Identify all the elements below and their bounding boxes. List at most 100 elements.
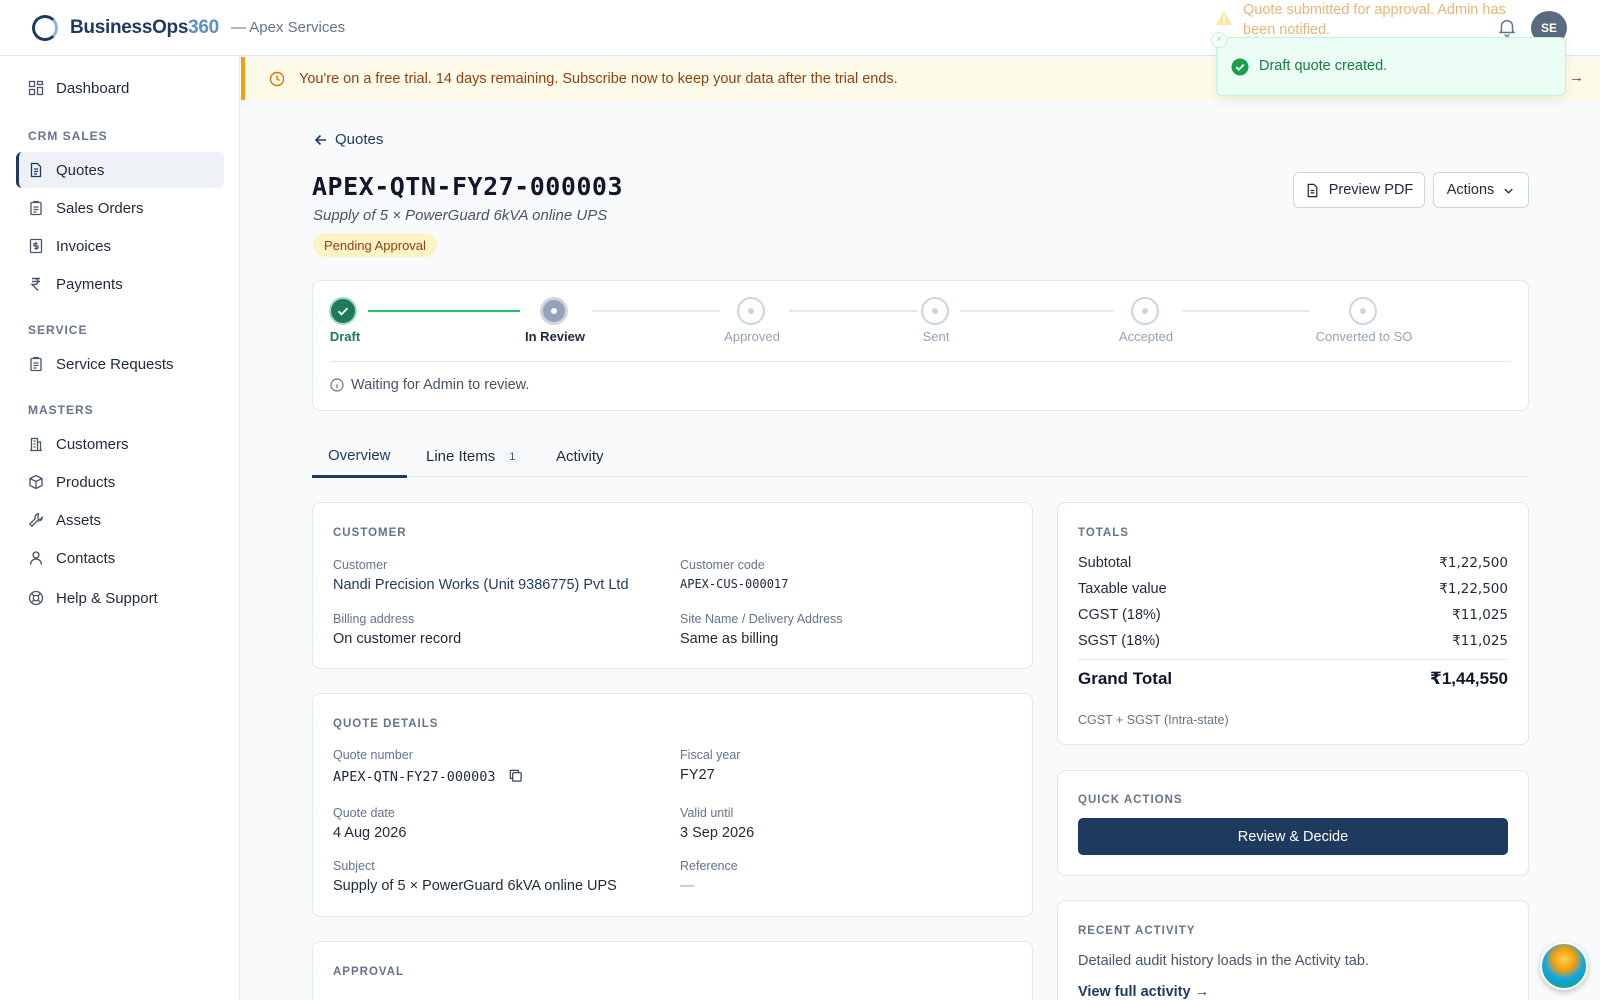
back-to-quotes-link[interactable]: Quotes	[313, 131, 383, 148]
customer-label: Customer	[333, 558, 388, 572]
view-full-activity-link[interactable]: View full activity →	[1078, 984, 1209, 1000]
warning-icon	[1216, 10, 1232, 25]
file-icon	[1307, 183, 1318, 197]
quick-actions-card: QUICK ACTIONS Review & Decide	[1057, 770, 1529, 876]
step-label-sent: Sent	[922, 329, 950, 344]
billing-address-label: Billing address	[333, 612, 415, 626]
customer-code-label: Customer code	[680, 558, 765, 572]
lifebuoy-icon	[28, 590, 44, 606]
trial-banner-text: You're on a free trial. 14 days remainin…	[299, 70, 898, 87]
sidebar-item-label: Invoices	[56, 237, 112, 255]
step-converted-marker	[1349, 297, 1377, 325]
sidebar-item-label: Payments	[56, 275, 123, 293]
success-toast: × Draft quote created.	[1211, 32, 1566, 96]
sidebar-item-label: Contacts	[56, 549, 116, 567]
reference-value: —	[680, 878, 695, 894]
tab-line-items[interactable]: Line Items 1	[410, 436, 537, 477]
step-label-in-review: In Review	[525, 329, 585, 344]
step-label-converted: Converted to SO	[1315, 329, 1413, 344]
brand-name: BusinessOps360	[70, 16, 219, 38]
subject-value: Supply of 5 × PowerGuard 6kVA online UPS	[333, 878, 617, 894]
back-label: Quotes	[335, 131, 384, 148]
sidebar-item-invoices[interactable]: Invoices	[16, 228, 224, 264]
sidebar-item-assets[interactable]: Assets	[16, 502, 224, 538]
sidebar-item-contacts[interactable]: Contacts	[16, 540, 224, 576]
customer-code-value: APEX-CUS-000017	[680, 577, 789, 591]
sidebar-item-label: Sales Orders	[56, 199, 144, 217]
actions-dropdown-button[interactable]: Actions	[1433, 172, 1529, 208]
success-toast-text: Draft quote created.	[1259, 57, 1388, 74]
billing-address-value: On customer record	[333, 631, 462, 647]
sidebar-item-products[interactable]: Products	[16, 464, 224, 500]
document-icon	[30, 162, 42, 178]
customer-link[interactable]: Nandi Precision Works (Unit 9386775) Pvt…	[333, 577, 629, 593]
sidebar-item-customers[interactable]: Customers	[16, 426, 224, 462]
sidebar-item-dashboard[interactable]: Dashboard	[16, 70, 224, 106]
sidebar-item-label: Dashboard	[56, 79, 130, 97]
status-badge: Pending Approval	[313, 233, 437, 257]
totals-heading: TOTALS	[1078, 527, 1129, 539]
step-draft-marker	[329, 297, 357, 325]
toast-close-button[interactable]: ×	[1211, 32, 1227, 48]
banner-arrow-icon[interactable]: →	[1569, 69, 1584, 86]
step-connector	[1183, 310, 1309, 312]
box-icon	[29, 474, 43, 490]
warning-toast: Quote submitted for approval. Admin has …	[1215, 0, 1535, 38]
step-in-review-marker	[540, 297, 568, 325]
nav-group-masters: MASTERS	[28, 403, 94, 417]
tax-note: CGST + SGST (Intra-state)	[1078, 713, 1229, 727]
recent-activity-heading: RECENT ACTIVITY	[1078, 925, 1196, 937]
sidebar-item-quotes[interactable]: Quotes	[16, 152, 224, 188]
check-icon	[337, 307, 349, 316]
stepper-note: Waiting for Admin to review.	[330, 377, 529, 393]
step-connector	[960, 310, 1113, 312]
assistant-launcher-icon[interactable]	[1540, 942, 1588, 990]
site-address-label: Site Name / Delivery Address	[680, 612, 843, 626]
quote-details-card: QUOTE DETAILS Quote number APEX-QTN-FY27…	[312, 693, 1033, 917]
brand-logo-icon	[32, 14, 58, 41]
sidebar-item-sales-orders[interactable]: Sales Orders	[16, 190, 224, 226]
quote-number-label: Quote number	[333, 748, 413, 762]
fiscal-year-value: FY27	[680, 767, 715, 783]
step-connector	[789, 310, 917, 312]
clipboard-icon	[30, 200, 42, 216]
sidebar-item-payments[interactable]: Payments	[16, 266, 224, 302]
sidebar: Dashboard CRM SALES Quotes Sales Orders …	[0, 56, 240, 1000]
recent-activity-text: Detailed audit history loads in the Acti…	[1078, 953, 1369, 969]
approval-card: APPROVAL	[312, 941, 1033, 1000]
step-connector	[592, 310, 720, 312]
sgst-row: SGST (18%) ₹11,025	[1078, 633, 1508, 649]
stepper-divider	[330, 361, 1511, 362]
sidebar-item-help[interactable]: Help & Support	[16, 580, 224, 616]
preview-pdf-button[interactable]: Preview PDF	[1293, 172, 1425, 208]
review-decide-button[interactable]: Review & Decide	[1078, 818, 1508, 855]
page-title: APEX-QTN-FY27-000003	[312, 172, 624, 201]
fiscal-year-label: Fiscal year	[680, 748, 741, 762]
dashboard-icon	[28, 80, 44, 96]
step-label-approved: Approved	[724, 329, 780, 344]
sidebar-item-label: Customers	[56, 435, 129, 453]
step-connector	[368, 310, 520, 312]
taxable-row: Taxable value ₹1,22,500	[1078, 581, 1508, 597]
info-icon	[330, 378, 344, 392]
sidebar-item-service-requests[interactable]: Service Requests	[16, 346, 224, 382]
cgst-row: CGST (18%) ₹11,025	[1078, 607, 1508, 623]
person-icon	[29, 551, 43, 565]
org-name: — Apex Services	[230, 19, 346, 36]
line-items-count-badge: 1	[503, 449, 522, 464]
clock-icon	[269, 71, 285, 86]
arrow-left-icon	[314, 134, 326, 145]
quote-date-value: 4 Aug 2026	[333, 825, 407, 841]
stepper-note-text: Waiting for Admin to review.	[351, 377, 530, 393]
wrench-icon	[28, 513, 43, 528]
clipboard-list-icon	[30, 356, 42, 372]
sidebar-item-label: Help & Support	[56, 589, 158, 607]
copy-icon[interactable]	[508, 768, 523, 783]
tab-bar: Overview Line Items 1 Activity	[312, 436, 1529, 478]
brand[interactable]: BusinessOps360 — Apex Services	[32, 14, 346, 41]
warning-toast-text: Quote submitted for approval. Admin has …	[1243, 2, 1506, 38]
step-approved-marker	[737, 297, 765, 325]
tab-overview[interactable]: Overview	[312, 436, 407, 478]
tab-activity[interactable]: Activity	[540, 436, 620, 477]
check-circle-icon	[1231, 58, 1249, 75]
